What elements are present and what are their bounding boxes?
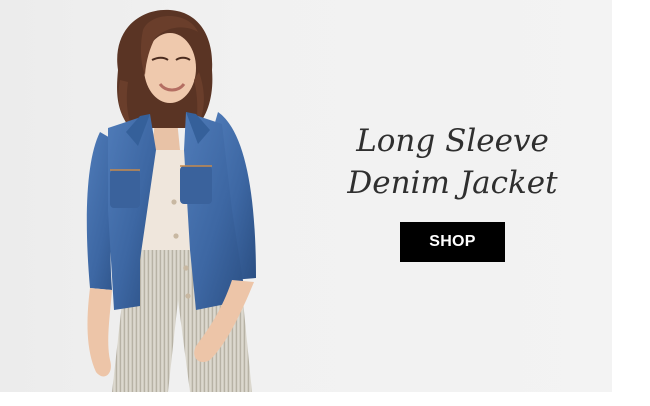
- product-headline: Long Sleeve Denim Jacket: [330, 120, 575, 204]
- model-photo: [86, 9, 256, 392]
- shop-button[interactable]: SHOP: [400, 222, 505, 262]
- promo-banner[interactable]: Long Sleeve Denim Jacket SHOP: [0, 0, 650, 406]
- headline-line-1: Long Sleeve: [356, 123, 549, 159]
- headline-line-2: Denim Jacket: [347, 165, 558, 201]
